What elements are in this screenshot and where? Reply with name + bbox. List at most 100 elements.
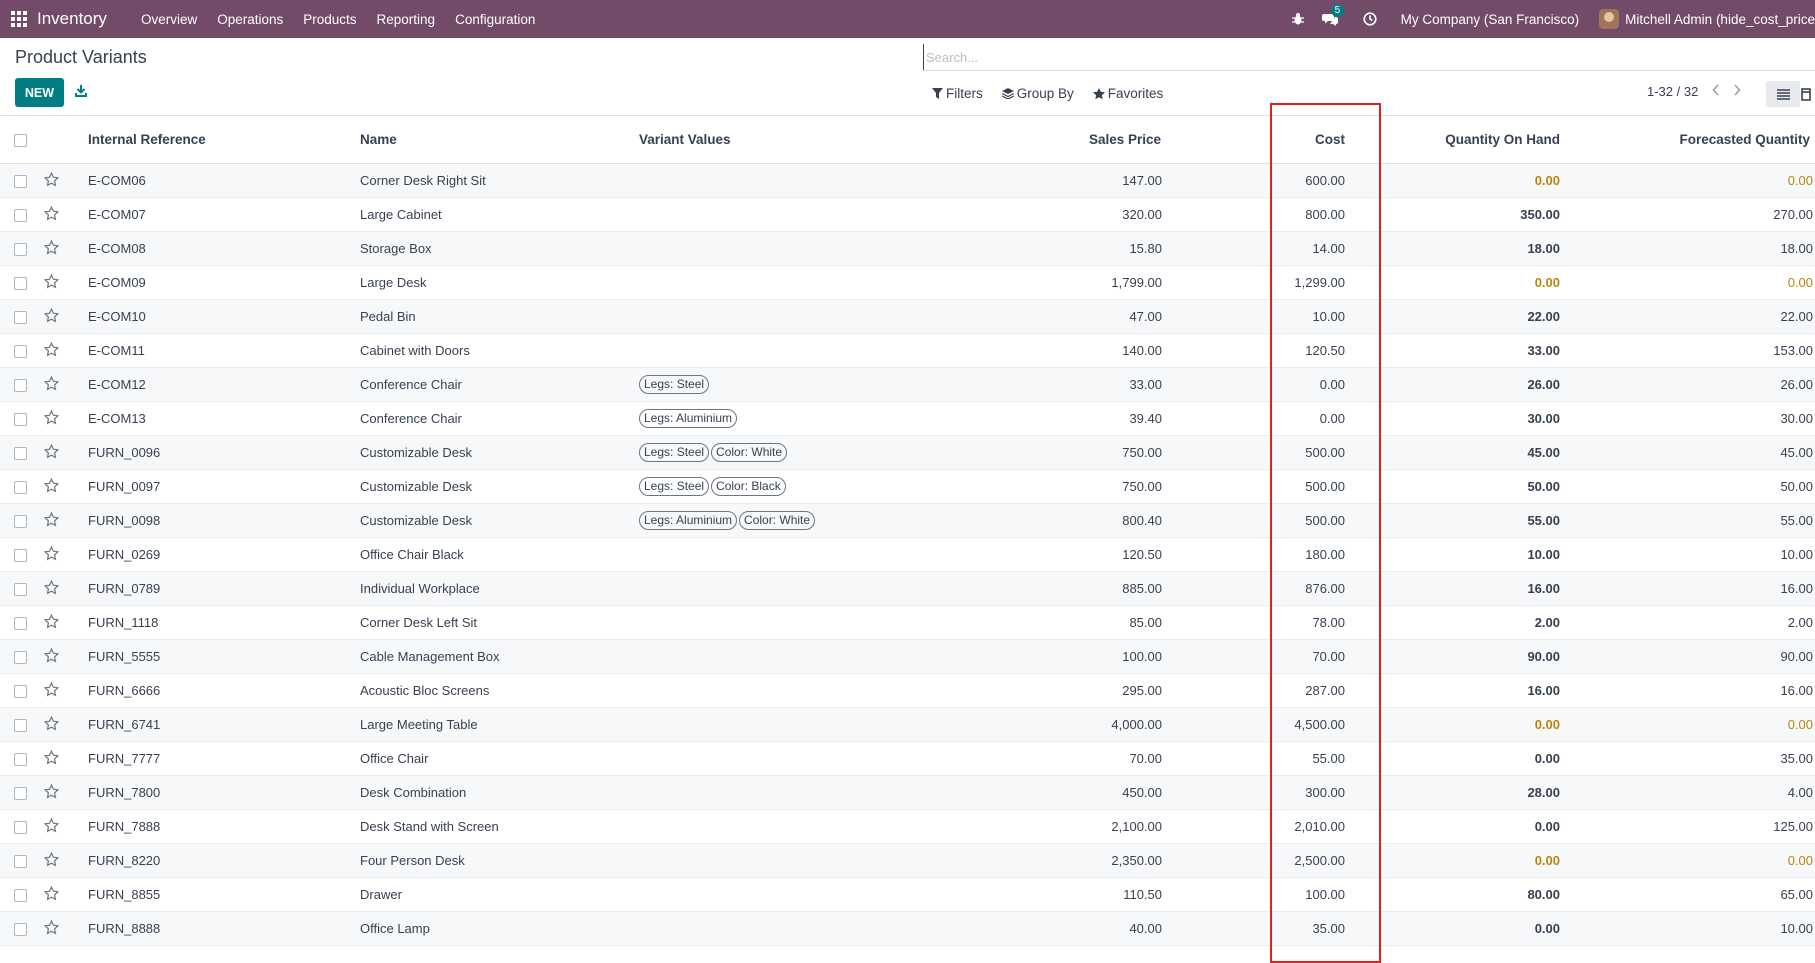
user-menu[interactable]: Mitchell Admin (hide_cost_price — [1625, 12, 1815, 27]
star-icon[interactable] — [43, 273, 60, 292]
table-row[interactable]: FURN_8888 Office Lamp 40.00 35.00 0.00 10.00 — [0, 911, 1815, 946]
menu-reporting[interactable]: Reporting — [377, 12, 436, 27]
star-icon[interactable] — [43, 511, 60, 530]
table-row[interactable]: FURN_8220 Four Person Desk 2,350.00 2,500.0… — [0, 843, 1815, 878]
list-view-button[interactable] — [1766, 81, 1800, 107]
col-variant-values[interactable]: Variant Values — [638, 116, 878, 164]
favorites-toggle[interactable]: Favorites — [1092, 86, 1163, 101]
star-icon[interactable] — [43, 851, 60, 870]
table-row[interactable]: FURN_7888 Desk Stand with Screen 2,100.00 2… — [0, 810, 1815, 844]
row-checkbox[interactable] — [14, 413, 27, 427]
table-row[interactable]: E-COM12 Conference Chair Legs: Steel 33.00 0… — [0, 367, 1815, 402]
table-row[interactable]: FURN_0098 Customizable Desk Legs: Aluminiu… — [0, 503, 1815, 538]
search-input[interactable] — [923, 44, 1808, 70]
row-checkbox[interactable] — [14, 345, 27, 359]
row-checkbox[interactable] — [14, 651, 27, 665]
star-icon[interactable] — [43, 613, 60, 632]
table-row[interactable]: FURN_0096 Customizable Desk Legs: Steel Col… — [0, 435, 1815, 470]
app-name[interactable]: Inventory — [37, 9, 107, 29]
menu-products[interactable]: Products — [303, 12, 356, 27]
company-switcher[interactable]: My Company (San Francisco) — [1401, 12, 1580, 27]
row-checkbox[interactable] — [14, 481, 27, 495]
table-row[interactable]: FURN_5555 Cable Management Box 100.00 70.00… — [0, 639, 1815, 674]
star-icon[interactable] — [43, 205, 60, 224]
clock-icon[interactable] — [1361, 10, 1379, 28]
kanban-view-button[interactable] — [1801, 81, 1815, 107]
table-row[interactable]: FURN_8855 Drawer 110.50 100.00 80.00 65.00 — [0, 878, 1815, 912]
col-forecasted-quantity[interactable]: Forecasted Quantity — [1570, 116, 1815, 164]
table-row[interactable]: FURN_6741 Large Meeting Table 4,000.00 4,50… — [0, 707, 1815, 742]
table-row[interactable]: E-COM11 Cabinet with Doors 140.00 120.50 33.… — [0, 334, 1815, 368]
pager-value[interactable]: 1-32 / 32 — [1647, 84, 1698, 99]
star-icon[interactable] — [43, 409, 60, 428]
row-checkbox[interactable] — [14, 175, 27, 189]
row-checkbox[interactable] — [14, 855, 27, 869]
row-checkbox[interactable] — [14, 447, 27, 461]
row-checkbox[interactable] — [14, 685, 27, 699]
menu-operations[interactable]: Operations — [217, 12, 283, 27]
star-icon[interactable] — [43, 715, 60, 734]
user-avatar[interactable] — [1599, 9, 1620, 29]
table-row[interactable]: FURN_0269 Office Chair Black 120.50 180.00 1… — [0, 538, 1815, 572]
star-icon[interactable] — [43, 783, 60, 802]
table-row[interactable]: E-COM06 Corner Desk Right Sit 147.00 600.00… — [0, 163, 1815, 198]
star-icon[interactable] — [43, 443, 60, 462]
col-cost[interactable]: Cost — [1170, 116, 1380, 164]
row-checkbox[interactable] — [14, 583, 27, 597]
row-checkbox[interactable] — [14, 209, 27, 223]
table-row[interactable]: E-COM09 Large Desk 1,799.00 1,299.00 0.00 0.0… — [0, 266, 1815, 300]
row-checkbox[interactable] — [14, 379, 27, 393]
col-name[interactable]: Name — [359, 116, 638, 164]
table-row[interactable]: FURN_6666 Acoustic Bloc Screens 295.00 287.… — [0, 674, 1815, 708]
table-row[interactable]: FURN_1118 Corner Desk Left Sit 85.00 78.00 2… — [0, 606, 1815, 640]
table-row[interactable]: FURN_0789 Individual Workplace 885.00 876.0… — [0, 571, 1815, 606]
table-row[interactable]: E-COM10 Pedal Bin 47.00 10.00 22.00 22.00 — [0, 299, 1815, 334]
col-quantity-on-hand[interactable]: Quantity On Hand — [1380, 116, 1570, 164]
star-icon[interactable] — [43, 919, 60, 938]
col-sales-price[interactable]: Sales Price — [878, 116, 1170, 164]
row-checkbox[interactable] — [14, 515, 27, 529]
table-row[interactable]: E-COM07 Large Cabinet 320.00 800.00 350.00 27… — [0, 198, 1815, 232]
row-checkbox[interactable] — [14, 787, 27, 801]
star-icon[interactable] — [43, 171, 60, 190]
select-all-checkbox[interactable] — [14, 133, 27, 147]
star-icon[interactable] — [43, 749, 60, 768]
row-checkbox[interactable] — [14, 549, 27, 563]
table-row[interactable]: FURN_7777 Office Chair 70.00 55.00 0.00 35.00 — [0, 742, 1815, 776]
menu-configuration[interactable]: Configuration — [455, 12, 535, 27]
star-icon[interactable] — [43, 817, 60, 836]
menu-overview[interactable]: Overview — [141, 12, 197, 27]
row-checkbox[interactable] — [14, 923, 27, 937]
row-checkbox[interactable] — [14, 753, 27, 767]
star-icon[interactable] — [43, 341, 60, 360]
star-icon[interactable] — [43, 375, 60, 394]
row-checkbox[interactable] — [14, 243, 27, 257]
star-icon[interactable] — [43, 579, 60, 598]
col-internal-reference[interactable]: Internal Reference — [87, 116, 359, 164]
star-icon[interactable] — [43, 647, 60, 666]
pager-next-icon[interactable] — [1733, 84, 1745, 98]
row-checkbox[interactable] — [14, 277, 27, 291]
table-row[interactable]: FURN_0097 Customizable Desk Legs: Steel Col… — [0, 470, 1815, 504]
chat-icon[interactable]: 5 — [1321, 4, 1345, 28]
star-icon[interactable] — [43, 681, 60, 700]
star-icon[interactable] — [43, 307, 60, 326]
bug-icon[interactable] — [1289, 10, 1307, 28]
table-row[interactable]: FURN_7800 Desk Combination 450.00 300.00 28.… — [0, 775, 1815, 810]
star-icon[interactable] — [43, 545, 60, 564]
pager-previous-icon[interactable] — [1712, 84, 1724, 98]
star-icon[interactable] — [43, 885, 60, 904]
star-icon[interactable] — [43, 239, 60, 258]
apps-menu-icon[interactable] — [11, 11, 27, 27]
new-button[interactable]: NEW — [15, 78, 64, 107]
table-row[interactable]: E-COM13 Conference Chair Legs: Aluminium 39… — [0, 402, 1815, 436]
row-checkbox[interactable] — [14, 719, 27, 733]
row-checkbox[interactable] — [14, 617, 27, 631]
row-checkbox[interactable] — [14, 311, 27, 325]
groupby-toggle[interactable]: Group By — [1001, 86, 1074, 101]
table-row[interactable]: E-COM08 Storage Box 15.80 14.00 18.00 18.00 — [0, 231, 1815, 266]
row-checkbox[interactable] — [14, 821, 27, 835]
download-icon[interactable] — [75, 84, 89, 98]
row-checkbox[interactable] — [14, 889, 27, 903]
star-icon[interactable] — [43, 477, 60, 496]
